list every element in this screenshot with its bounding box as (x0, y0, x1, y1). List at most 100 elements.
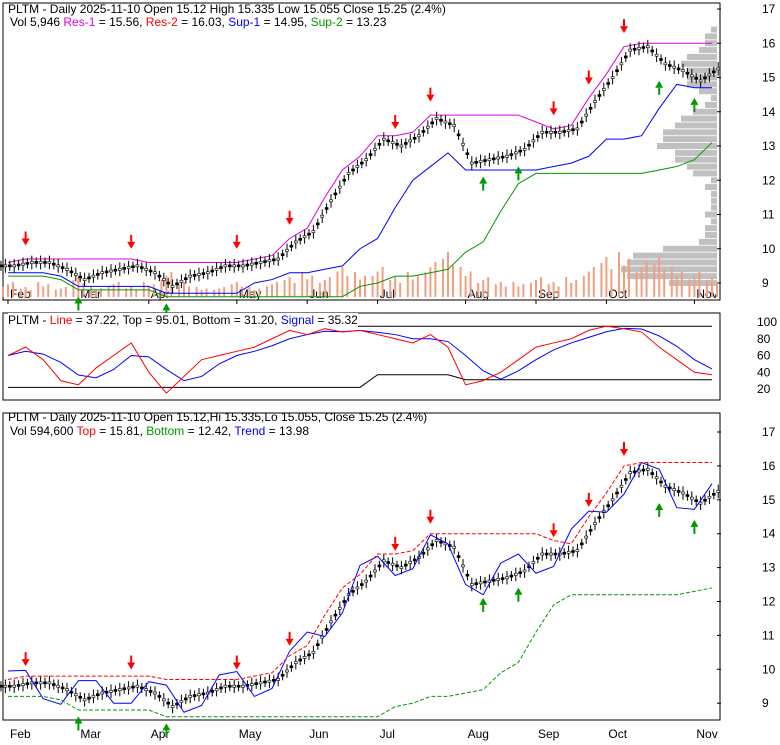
volume-bar (459, 267, 462, 297)
price-tick-p1: 17 (762, 2, 776, 16)
candle-p1 (192, 273, 197, 277)
volume-profile-bar (621, 266, 717, 273)
candle-p1 (201, 272, 206, 275)
candle-p3 (232, 684, 236, 688)
candle-p1 (474, 160, 479, 164)
volume-profile-bar (711, 190, 717, 197)
price-tick-p3: 16 (762, 459, 776, 473)
candle-p3 (16, 684, 21, 687)
signal-label: Signal (280, 313, 315, 327)
month-label-p3: Jun (309, 727, 328, 741)
candle-p3 (96, 693, 100, 697)
candle-p3 (337, 606, 342, 610)
sell-arrow-icon-p3 (584, 499, 593, 507)
candle-p1 (333, 192, 338, 196)
candle-p1 (425, 125, 430, 129)
candle-p3 (452, 545, 457, 549)
candle-p1 (408, 139, 413, 143)
candle-p3 (645, 467, 650, 471)
candle-p1 (25, 262, 30, 265)
price-tick-p3: 13 (762, 561, 776, 575)
candle-p3 (412, 558, 417, 562)
candle-p3 (285, 669, 289, 673)
volume-bar (323, 280, 326, 297)
volume-profile-bar (699, 238, 717, 245)
volume-bar (59, 288, 62, 297)
volume-profile-bar (699, 88, 717, 95)
sup2-label: Sup-2 (310, 15, 343, 29)
candle-p3 (188, 695, 192, 698)
sell-arrow-icon-p3 (391, 543, 400, 551)
buy-arrow-icon-p1 (479, 176, 488, 184)
candle-p3 (425, 547, 430, 551)
candle-p1 (623, 55, 628, 59)
price-tick-p3: 10 (762, 662, 776, 676)
candle-p1 (47, 261, 52, 264)
candle-p1 (439, 119, 443, 122)
candle-p1 (175, 282, 179, 286)
candle-p1 (386, 139, 391, 143)
volume-bar (165, 275, 168, 297)
candle-p1 (122, 267, 126, 270)
candle-p1 (65, 267, 69, 271)
candle-p1 (535, 135, 540, 138)
volume-bar (411, 279, 414, 297)
volume-bar (336, 271, 339, 297)
candle-p3 (223, 684, 228, 688)
candle-p3 (707, 495, 712, 499)
candle-p1 (184, 277, 188, 281)
panel1-legend: Vol 5,946 Res-1 = 15.56, Res-2 = 16.03, … (10, 15, 386, 29)
volume-profile-bar (627, 259, 717, 266)
candle-p3 (566, 551, 571, 554)
candle-p1 (223, 264, 228, 268)
sell-arrow-icon-p3 (232, 662, 241, 670)
candle-p3 (250, 683, 254, 686)
candle-p1 (263, 260, 267, 263)
candle-p1 (206, 271, 210, 275)
candle-p1 (267, 259, 272, 263)
candle-p3 (395, 564, 399, 568)
candle-p1 (96, 273, 100, 276)
candle-p3 (469, 583, 474, 586)
month-label-p3: Feb (10, 727, 31, 741)
volume-bar (54, 290, 57, 297)
candle-p1 (645, 45, 650, 48)
candle-p3 (144, 688, 148, 691)
price-tick-p1: 10 (762, 242, 776, 256)
candle-p3 (628, 471, 633, 474)
candle-p3 (289, 665, 294, 669)
candle-p1 (307, 232, 311, 236)
candle-p1 (615, 69, 619, 72)
volume-bar (152, 284, 155, 297)
volume-bar (371, 276, 374, 297)
volume-bar (547, 284, 550, 297)
candle-p3 (3, 684, 8, 688)
candle-p1 (430, 121, 435, 125)
candle-p1 (447, 122, 452, 126)
price-tick-p3: 11 (762, 628, 775, 642)
volume-bar (623, 265, 625, 297)
month-label-p3: Oct (608, 727, 627, 741)
candle-p3 (716, 490, 721, 493)
candle-p1 (395, 142, 399, 146)
candle-p3 (496, 578, 501, 581)
candle-p3 (342, 600, 347, 603)
candle-p1 (210, 269, 214, 273)
candle-p1 (637, 47, 641, 50)
candle-p1 (311, 230, 316, 233)
buy-arrow-icon-p3 (514, 587, 523, 595)
volume-profile-bar (705, 225, 717, 232)
sup1-value: = 14.95, (260, 15, 308, 29)
candle-p3 (271, 679, 276, 682)
candle-p1 (681, 69, 685, 72)
panel2-prefix: PLTM - (8, 313, 50, 327)
volume-bar (7, 284, 9, 297)
candle-p1 (381, 137, 386, 141)
candle-p3 (491, 579, 496, 582)
candle-p1 (399, 144, 404, 148)
signal-line (7, 327, 713, 382)
candle-p1 (280, 253, 285, 257)
candle-p1 (342, 178, 347, 182)
candle-p3 (201, 692, 206, 696)
volume-bar (130, 287, 133, 297)
